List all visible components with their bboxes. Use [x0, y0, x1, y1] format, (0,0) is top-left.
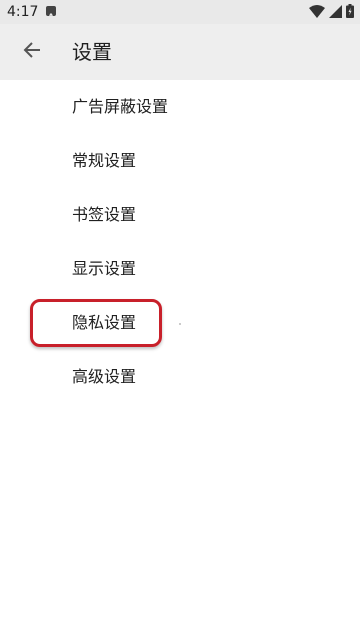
settings-item-bookmarks[interactable]: 书签设置 [0, 188, 360, 242]
status-bar: 4:17 A [0, 0, 360, 24]
back-button[interactable] [8, 28, 56, 76]
status-icons [309, 3, 354, 22]
settings-item-label: 常规设置 [72, 151, 137, 170]
stray-dot [179, 323, 181, 325]
settings-item-advanced[interactable]: 高级设置 [0, 350, 360, 404]
settings-list: 广告屏蔽设置 常规设置 书签设置 显示设置 隐私设置 高级设置 [0, 80, 360, 404]
settings-item-label: 广告屏蔽设置 [72, 97, 169, 116]
svg-text:A: A [48, 13, 55, 22]
app-bar: 设置 [0, 24, 360, 80]
settings-item-label: 高级设置 [72, 367, 137, 386]
battery-icon [346, 3, 354, 22]
wifi-icon [309, 3, 325, 22]
settings-item-label: 显示设置 [72, 259, 137, 278]
settings-item-display[interactable]: 显示设置 [0, 242, 360, 296]
notification-a-icon: A [46, 6, 56, 22]
settings-item-label: 隐私设置 [72, 313, 137, 332]
signal-icon [329, 3, 342, 22]
settings-item-ad-block[interactable]: 广告屏蔽设置 [0, 80, 360, 134]
back-arrow-icon [23, 41, 41, 63]
settings-item-label: 书签设置 [72, 205, 137, 224]
settings-item-general[interactable]: 常规设置 [0, 134, 360, 188]
page-title: 设置 [72, 40, 112, 64]
status-time: 4:17 [7, 4, 39, 20]
